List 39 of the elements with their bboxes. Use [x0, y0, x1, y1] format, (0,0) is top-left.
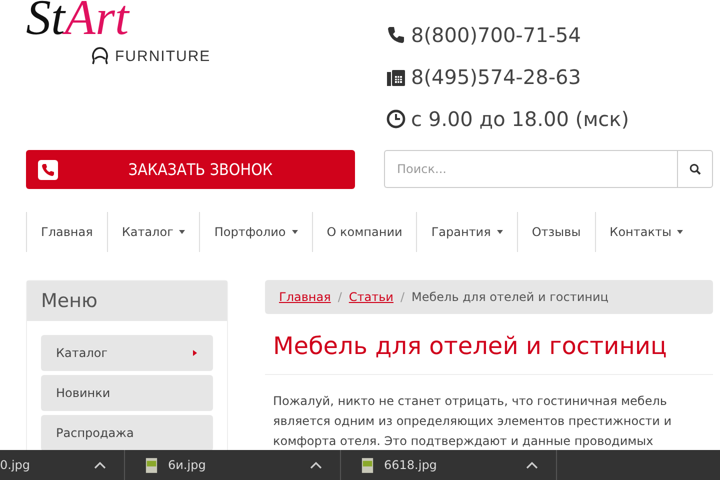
- breadcrumb-current: Мебель для отелей и гостиниц: [412, 290, 608, 304]
- search-button[interactable]: [677, 150, 713, 188]
- nav-link[interactable]: Гарантия: [416, 212, 517, 252]
- contact-text: 8(800)700-71-54: [411, 23, 582, 47]
- breadcrumb-separator: /: [400, 290, 405, 304]
- clock-icon: [386, 109, 406, 129]
- contact-text: 8(495)574-28-63: [411, 65, 582, 89]
- nav-link[interactable]: Главная: [26, 212, 107, 252]
- chair-icon: [90, 46, 110, 66]
- logo-text: Art: [64, 0, 129, 45]
- chevron-up-icon[interactable]: [310, 461, 322, 469]
- breadcrumb-separator: /: [338, 290, 342, 304]
- nav-link[interactable]: Отзывы: [516, 212, 595, 252]
- phone-icon: [38, 160, 58, 180]
- sidebar-item[interactable]: Каталог: [41, 335, 213, 371]
- sidebar-item[interactable]: Новинки: [41, 375, 213, 411]
- breadcrumb-link[interactable]: Статьи: [348, 290, 394, 304]
- breadcrumb-link[interactable]: Главная: [279, 290, 331, 304]
- phone-icon: [386, 25, 406, 45]
- article-title: Мебель для отелей и гостиниц: [265, 314, 713, 375]
- sidebar-item[interactable]: Распродажа: [41, 415, 213, 450]
- contact-text: с 9.00 до 18.00 (мск): [411, 107, 630, 131]
- file-name[interactable]: 6и.jpg: [168, 458, 300, 472]
- file-name[interactable]: 6618.jpg: [384, 458, 516, 472]
- fax-icon: [386, 67, 406, 87]
- nav-link[interactable]: О компании: [312, 212, 416, 252]
- nav-link[interactable]: Контакты: [594, 212, 698, 252]
- call-button[interactable]: ЗАКАЗАТЬ ЗВОНОК: [26, 150, 355, 189]
- logo[interactable]: StArt FURNITURE: [0, 0, 358, 140]
- article-paragraph: Пожалуй, никто не станет отрицать, что гостиничная мебель является одним из определяющих элементов престижности и комфорта отеля. Это подтверждают и данные проводимых: [273, 393, 673, 450]
- nav-link[interactable]: Портфолио: [199, 212, 312, 252]
- sidebar-title: Меню: [27, 281, 227, 321]
- chevron-up-icon[interactable]: [526, 461, 538, 469]
- file-name[interactable]: 0.jpg: [0, 458, 84, 472]
- chevron-up-icon[interactable]: [94, 461, 106, 469]
- search-field[interactable]: Поиск...: [384, 150, 677, 188]
- search-icon: [688, 162, 702, 176]
- nav-link[interactable]: Каталог: [106, 212, 200, 252]
- logo-subtitle: FURNITURE: [115, 48, 211, 64]
